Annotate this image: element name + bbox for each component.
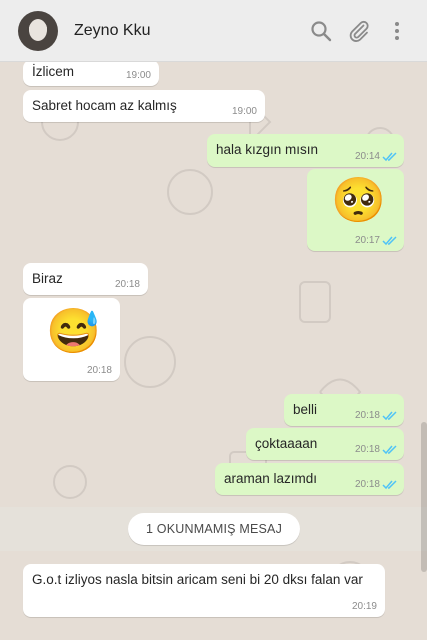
message-time: 20:19 bbox=[351, 601, 377, 612]
message-text: çoktaaaan bbox=[255, 436, 318, 451]
more-vert-icon[interactable] bbox=[385, 19, 409, 43]
message-time: 20:18 bbox=[114, 279, 140, 290]
message-incoming[interactable]: G.o.t izliyos nasla bitsin aricam seni b… bbox=[23, 564, 385, 617]
scrollbar[interactable] bbox=[421, 422, 427, 572]
message-incoming[interactable]: İzlicem 19:00 bbox=[23, 62, 159, 86]
message-incoming[interactable]: Biraz 20:18 bbox=[23, 263, 148, 295]
message-time: 19:00 bbox=[125, 70, 151, 81]
message-time: 20:14 bbox=[354, 151, 380, 162]
chat-header: Zeyno Kku bbox=[0, 0, 427, 62]
message-outgoing[interactable]: hala kızgın mısın 20:14 bbox=[207, 134, 404, 167]
search-icon[interactable] bbox=[309, 19, 333, 43]
read-receipt-icon bbox=[382, 445, 397, 455]
message-text: hala kızgın mısın bbox=[216, 142, 319, 157]
read-receipt-icon bbox=[382, 411, 397, 421]
sweat-smile-emoji: 😅 bbox=[46, 307, 101, 356]
message-incoming-emoji[interactable]: 😅 20:18 bbox=[23, 298, 120, 381]
pleading-face-emoji: 🥺 bbox=[331, 176, 386, 225]
message-time: 20:18 bbox=[354, 444, 380, 455]
message-text: Biraz bbox=[32, 271, 63, 286]
message-text: Sabret hocam az kalmış bbox=[32, 98, 177, 113]
message-text: araman lazımdı bbox=[224, 471, 318, 486]
paperclip-icon[interactable] bbox=[347, 19, 371, 43]
message-time: 20:18 bbox=[354, 479, 380, 490]
message-time: 20:18 bbox=[354, 410, 380, 421]
unread-messages-badge: 1 OKUNMAMIŞ MESAJ bbox=[128, 513, 300, 545]
avatar[interactable] bbox=[18, 11, 58, 51]
message-text: İzlicem bbox=[32, 64, 75, 79]
message-outgoing[interactable]: belli 20:18 bbox=[284, 394, 404, 426]
message-text: belli bbox=[293, 402, 318, 417]
read-receipt-icon bbox=[382, 152, 397, 162]
contact-name[interactable]: Zeyno Kku bbox=[74, 22, 150, 40]
read-receipt-icon bbox=[382, 236, 397, 246]
message-time: 20:18 bbox=[86, 365, 112, 376]
message-text: G.o.t izliyos nasla bitsin aricam seni b… bbox=[32, 572, 363, 587]
message-outgoing[interactable]: araman lazımdı 20:18 bbox=[215, 463, 404, 495]
message-outgoing[interactable]: çoktaaaan 20:18 bbox=[246, 428, 404, 460]
message-time: 19:00 bbox=[231, 106, 257, 117]
message-outgoing-emoji[interactable]: 🥺 20:17 bbox=[307, 169, 404, 251]
read-receipt-icon bbox=[382, 480, 397, 490]
message-incoming[interactable]: Sabret hocam az kalmış 19:00 bbox=[23, 90, 265, 122]
message-list[interactable]: İzlicem 19:00 Sabret hocam az kalmış 19:… bbox=[0, 62, 427, 640]
message-time: 20:17 bbox=[354, 235, 380, 246]
